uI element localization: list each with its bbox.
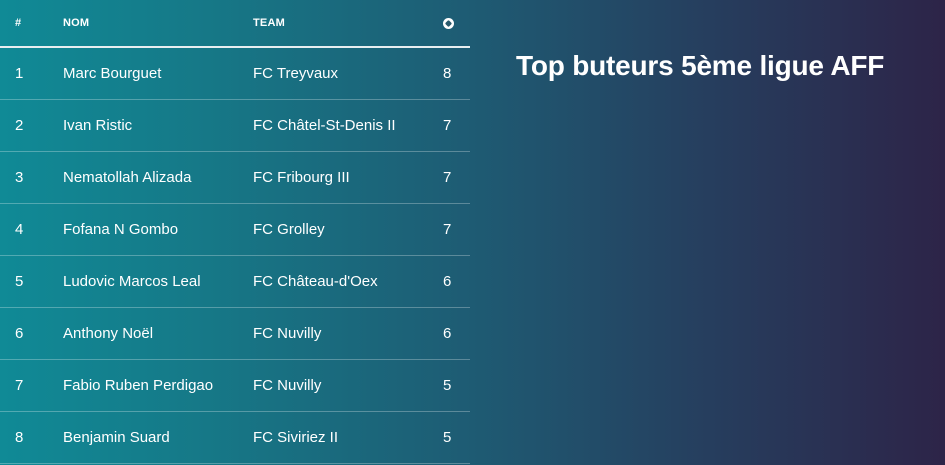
rank-cell: 5 bbox=[15, 273, 24, 290]
table-row: 3 Nematollah Alizada FC Fribourg III 7 bbox=[0, 152, 470, 204]
table-row: 5 Ludovic Marcos Leal FC Château-d'Oex 6 bbox=[0, 256, 470, 308]
team-cell: FC Treyvaux bbox=[253, 65, 339, 82]
header-team: TEAM bbox=[253, 17, 285, 29]
rank-cell: 8 bbox=[15, 429, 24, 446]
goals-cell: 7 bbox=[443, 221, 452, 238]
name-cell: Ivan Ristic bbox=[63, 117, 133, 134]
goals-cell: 7 bbox=[443, 169, 452, 186]
table-row: 1 Marc Bourguet FC Treyvaux 8 bbox=[0, 48, 470, 100]
rank-cell: 1 bbox=[15, 65, 24, 82]
rank-cell: 6 bbox=[15, 325, 24, 342]
team-cell: FC Château-d'Oex bbox=[253, 273, 378, 290]
team-cell: FC Nuvilly bbox=[253, 325, 322, 342]
header-name: NOM bbox=[63, 17, 90, 29]
rank-cell: 2 bbox=[15, 117, 24, 134]
rank-cell: 4 bbox=[15, 221, 24, 238]
soccer-ball-icon bbox=[443, 17, 454, 29]
table-row: 4 Fofana N Gombo FC Grolley 7 bbox=[0, 204, 470, 256]
page-title: Top buteurs 5ème ligue AFF bbox=[516, 50, 885, 81]
scorers-table: # NOM TEAM 1 Marc Bourguet FC Treyvaux 8 2 Iv… bbox=[0, 0, 470, 464]
name-cell: Marc Bourguet bbox=[63, 65, 162, 82]
rank-cell: 7 bbox=[15, 377, 24, 394]
team-cell: FC Grolley bbox=[253, 221, 325, 238]
name-cell: Ludovic Marcos Leal bbox=[63, 273, 201, 290]
name-cell: Nematollah Alizada bbox=[63, 169, 192, 186]
team-cell: FC Châtel-St-Denis II bbox=[253, 117, 396, 134]
goals-cell: 5 bbox=[443, 377, 452, 394]
rank-cell: 3 bbox=[15, 169, 24, 186]
goals-cell: 8 bbox=[443, 65, 452, 82]
goals-cell: 5 bbox=[443, 429, 452, 446]
name-cell: Anthony Noël bbox=[63, 325, 154, 342]
goals-cell: 6 bbox=[443, 273, 452, 290]
table-row: 7 Fabio Ruben Perdigao FC Nuvilly 5 bbox=[0, 360, 470, 412]
team-cell: FC Siviriez II bbox=[253, 429, 339, 446]
table-row: 8 Benjamin Suard FC Siviriez II 5 bbox=[0, 412, 470, 464]
table-header: # NOM TEAM bbox=[0, 0, 470, 48]
header-rank: # bbox=[15, 17, 22, 29]
table-row: 2 Ivan Ristic FC Châtel-St-Denis II 7 bbox=[0, 100, 470, 152]
name-cell: Fabio Ruben Perdigao bbox=[63, 377, 214, 394]
table-body: 1 Marc Bourguet FC Treyvaux 8 2 Ivan Ristic FC… bbox=[0, 48, 470, 464]
table-row: 6 Anthony Noël FC Nuvilly 6 bbox=[0, 308, 470, 360]
name-cell: Benjamin Suard bbox=[63, 429, 170, 446]
header-goals bbox=[443, 17, 470, 29]
team-cell: FC Nuvilly bbox=[253, 377, 322, 394]
goals-cell: 6 bbox=[443, 325, 452, 342]
team-cell: FC Fribourg III bbox=[253, 169, 350, 186]
name-cell: Fofana N Gombo bbox=[63, 221, 179, 238]
goals-cell: 7 bbox=[443, 117, 452, 134]
